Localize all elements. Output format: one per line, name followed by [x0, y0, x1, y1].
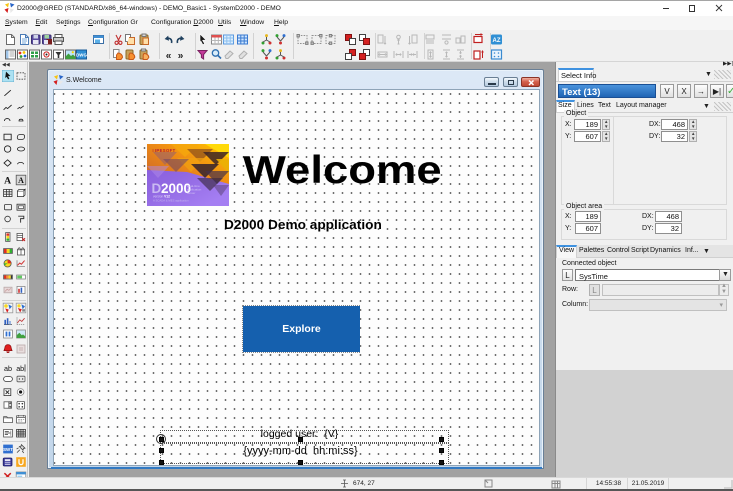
svg-text:SWT: SWT	[3, 447, 13, 452]
svg-text:≡IPESOFT: ≡IPESOFT	[152, 148, 176, 153]
svg-text:»: »	[178, 51, 184, 62]
svg-text:A SCADA & MES application: A SCADA & MES application	[153, 198, 189, 202]
svg-text:server: server	[187, 191, 195, 195]
svg-text:ab: ab	[16, 364, 24, 373]
svg-text:«: «	[166, 51, 172, 62]
svg-text:DWG: DWG	[76, 53, 87, 58]
svg-text:A: A	[4, 176, 11, 186]
svg-text:ab: ab	[4, 364, 12, 373]
svg-text:A: A	[18, 176, 24, 185]
svg-text:AZ: AZ	[493, 38, 501, 44]
